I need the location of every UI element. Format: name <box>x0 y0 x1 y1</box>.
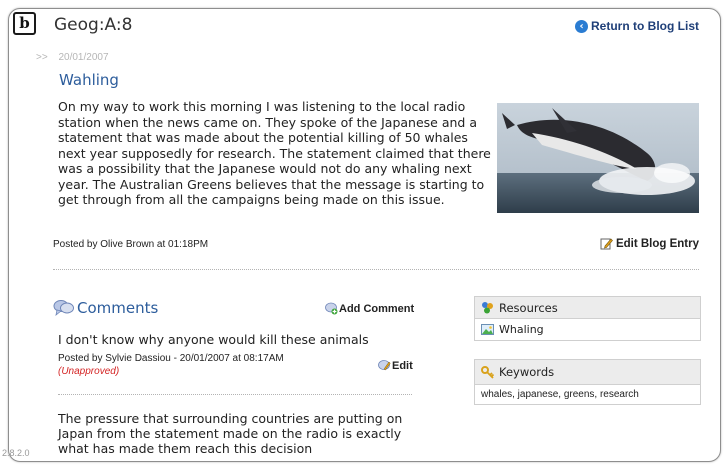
post-title: Wahling <box>59 71 119 89</box>
key-icon <box>481 365 494 379</box>
add-comment-label: Add Comment <box>339 302 415 315</box>
blog-logo: b <box>13 12 36 35</box>
post-divider <box>53 269 699 270</box>
edit-blog-label: Edit Blog Entry <box>615 237 699 250</box>
comment-posted-by: Posted by Sylvie Dassiou - 20/01/2007 at… <box>58 353 284 364</box>
resources-icon <box>482 302 493 314</box>
resource-item-whaling[interactable]: Whaling <box>475 319 700 340</box>
keywords-panel: Keywords whales, japanese, greens, resea… <box>474 359 701 405</box>
resources-title: Resources <box>499 300 558 315</box>
return-to-blog-list-link[interactable]: ‹ Return to Blog List <box>575 19 699 33</box>
return-label: Return to Blog List <box>591 19 699 33</box>
add-comment-icon <box>325 302 338 315</box>
blog-window: b Geog:A:8 ‹ Return to Blog List >> 20/0… <box>8 8 721 462</box>
page-title: Geog:A:8 <box>54 15 133 35</box>
comments-heading: Comments <box>53 299 158 317</box>
edit-comment-label: Edit <box>392 359 413 372</box>
edit-blog-entry-button[interactable]: Edit Blog Entry <box>600 237 699 250</box>
keywords-header: Keywords <box>475 360 700 385</box>
whale-photo <box>497 103 699 213</box>
date-arrows: >> <box>36 52 48 63</box>
comments-icon <box>53 300 74 316</box>
comment-text: The pressure that surrounding countries … <box>58 411 403 456</box>
image-icon <box>481 324 494 335</box>
resources-panel: Resources Whaling <box>474 296 701 341</box>
comment-meta: Posted by Sylvie Dassiou - 20/01/2007 at… <box>58 352 288 378</box>
post-body: On my way to work this morning I was lis… <box>58 99 491 207</box>
keywords-title: Keywords <box>499 365 555 379</box>
edit-pencil-icon <box>600 238 613 250</box>
edit-comment-button[interactable]: Edit <box>378 359 413 372</box>
unapproved-status: (Unapproved) <box>58 366 120 377</box>
date-text: 20/01/2007 <box>58 52 109 63</box>
comment-text: I don't know why anyone would kill these… <box>58 332 369 347</box>
posted-by: Posted by Olive Brown at 01:18PM <box>53 239 209 250</box>
back-arrow-icon: ‹ <box>575 19 588 33</box>
version-label: 2.8.2.0 <box>2 448 30 458</box>
resource-label: Whaling <box>499 323 544 336</box>
edit-comment-icon <box>378 360 391 371</box>
comment-divider <box>58 394 412 395</box>
comments-title: Comments <box>77 299 159 317</box>
resources-header: Resources <box>475 297 700 319</box>
add-comment-button[interactable]: Add Comment <box>325 302 414 315</box>
keywords-list: whales, japanese, greens, research <box>481 389 639 400</box>
post-date: >> 20/01/2007 <box>36 52 109 63</box>
